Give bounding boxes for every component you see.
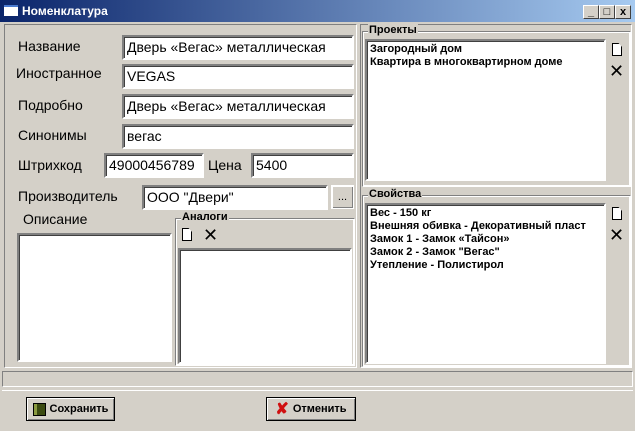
floppy-disk-icon (32, 402, 46, 416)
list-item[interactable]: Квартира в многоквартирном доме (370, 56, 601, 69)
window-icon (4, 5, 18, 16)
red-x-icon: ✘ (275, 401, 289, 418)
barcode-label: Штрихкод (18, 157, 82, 173)
projects-list[interactable]: Загородный дом Квартира в многоквартирно… (365, 39, 606, 181)
divider (2, 390, 633, 391)
description-label: Описание (23, 211, 88, 227)
description-textarea[interactable] (17, 233, 172, 362)
maker-browse-button[interactable]: ... (331, 185, 354, 209)
minimize-button[interactable]: _ (583, 5, 599, 19)
synonyms-label: Синонимы (18, 127, 87, 143)
maker-label: Производитель (18, 188, 118, 204)
list-item[interactable]: Замок 1 - Замок «Тайсон» (370, 233, 601, 246)
analogs-title: Аналоги (181, 211, 229, 223)
foreign-label: Иностранное (16, 65, 102, 81)
list-item[interactable]: Загородный дом (370, 43, 601, 56)
name-label: Название (18, 38, 81, 54)
list-item[interactable]: Вес - 150 кг (370, 207, 601, 220)
delete-x-icon[interactable]: ✕ (203, 226, 218, 244)
foreign-input[interactable]: VEGAS (122, 64, 354, 89)
cancel-button[interactable]: ✘ Отменить (266, 397, 356, 421)
name-input[interactable]: Дверь «Вегас» металлическая (122, 35, 354, 60)
projects-title: Проекты (368, 24, 418, 36)
list-item[interactable]: Утепление - Полистирол (370, 259, 601, 272)
window-title: Номенклатура (22, 4, 108, 18)
delete-x-icon[interactable]: ✕ (609, 226, 624, 244)
synonyms-input[interactable]: вегас (122, 124, 354, 149)
cancel-label: Отменить (292, 403, 347, 415)
save-label: Сохранить (49, 403, 109, 415)
price-input[interactable]: 5400 (251, 153, 354, 178)
detail-input[interactable]: Дверь «Вегас» металлическая (122, 94, 354, 119)
barcode-input[interactable]: 49000456789 (104, 153, 204, 178)
close-button[interactable]: x (615, 5, 631, 19)
maximize-button[interactable]: □ (599, 5, 615, 19)
properties-title: Свойства (368, 188, 423, 200)
maker-input[interactable]: ООО "Двери" (142, 185, 328, 210)
status-bar (2, 371, 633, 387)
analogs-list[interactable] (178, 248, 352, 364)
properties-list[interactable]: Вес - 150 кг Внешняя обивка - Декоративн… (365, 203, 606, 364)
title-bar: Номенклатура _ □ x (0, 0, 635, 22)
save-button[interactable]: Сохранить (26, 397, 115, 421)
list-item[interactable]: Замок 2 - Замок "Вегас" (370, 246, 601, 259)
detail-label: Подробно (18, 97, 83, 113)
list-item[interactable]: Внешняя обивка - Декоративный пласт (370, 220, 601, 233)
price-label: Цена (208, 157, 242, 173)
delete-x-icon[interactable]: ✕ (609, 62, 624, 80)
